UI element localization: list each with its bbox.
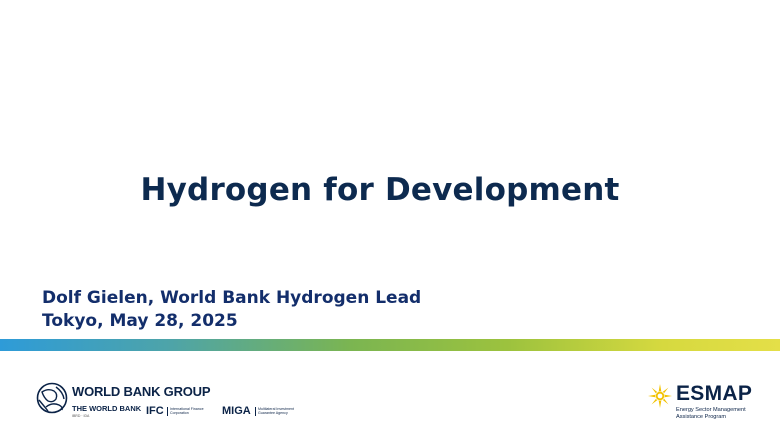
slide-title: Hydrogen for Development xyxy=(140,172,620,208)
esmap-description: Energy Sector Management Assistance Prog… xyxy=(676,407,746,420)
world-bank-globe-icon xyxy=(36,382,68,414)
presenter-name: Dolf Gielen, World Bank Hydrogen Lead xyxy=(42,288,422,308)
esmap-name: ESMAP xyxy=(676,382,753,405)
miga-description: Multilateral Investment Guarantee Agency xyxy=(255,407,306,416)
presentation-location-date: Tokyo, May 28, 2025 xyxy=(42,311,238,331)
miga-label: MIGA xyxy=(222,405,251,417)
esmap-sun-icon xyxy=(648,384,672,408)
esmap-logo: ESMAP Energy Sector Management Assistanc… xyxy=(648,382,768,424)
world-bank-group-logo: WORLD BANK GROUP THE WORLD BANK IBRD · I… xyxy=(36,382,316,422)
ibrd-ida-label: IBRD · IDA xyxy=(72,414,90,418)
world-bank-label: THE WORLD BANK xyxy=(72,404,142,413)
world-bank-group-name: WORLD BANK GROUP xyxy=(72,384,211,399)
esmap-desc-line2: Assistance Program xyxy=(676,413,727,420)
gradient-band xyxy=(0,339,780,351)
ifc-label: IFC xyxy=(146,405,164,417)
wbg-institutions: THE WORLD BANK IBRD · IDA IFC Internatio… xyxy=(72,404,322,422)
ifc-description: International Finance Corporation xyxy=(167,407,218,416)
esmap-desc-line1: Energy Sector Management xyxy=(676,407,746,413)
presenter-block: Dolf Gielen, World Bank Hydrogen Lead To… xyxy=(42,287,421,333)
